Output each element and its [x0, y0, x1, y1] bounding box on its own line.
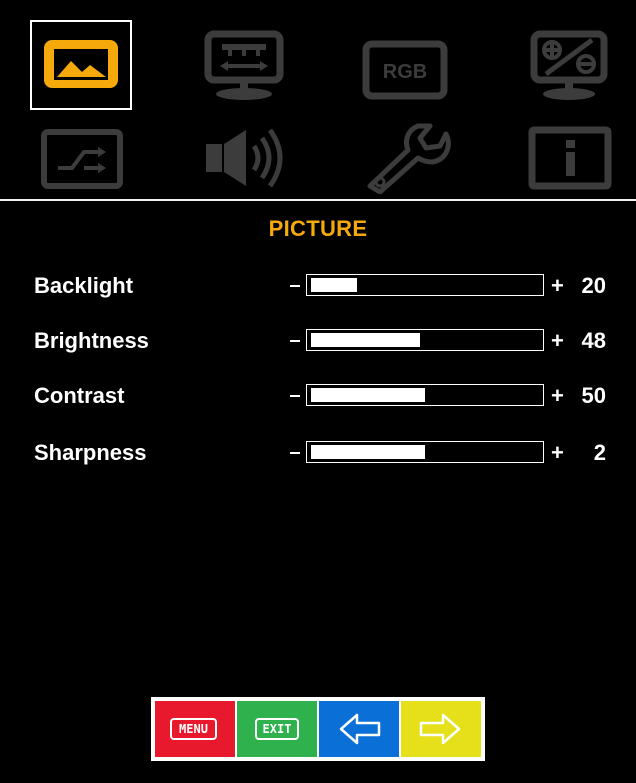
backlight-slider[interactable] — [306, 274, 544, 296]
tab-screen[interactable] — [196, 30, 292, 104]
exit-key-label: EXIT — [255, 718, 299, 740]
tab-info[interactable] — [528, 126, 612, 190]
info-icon — [528, 126, 612, 190]
setting-row-contrast[interactable]: Contrast + 50 — [0, 381, 636, 411]
slider-fill — [311, 445, 425, 459]
color-adjust-icon — [530, 30, 608, 100]
setting-row-sharpness[interactable]: Sharpness + 2 — [0, 438, 636, 468]
slider-fill — [311, 333, 420, 347]
increase-icon[interactable]: + — [551, 383, 564, 409]
picture-icon — [30, 20, 132, 110]
decrease-icon[interactable] — [290, 285, 300, 287]
tab-input[interactable] — [36, 128, 128, 190]
tab-audio[interactable] — [198, 124, 292, 192]
setting-row-backlight[interactable]: Backlight + 20 — [0, 271, 636, 301]
decrease-icon[interactable] — [290, 340, 300, 342]
left-arrow-button[interactable] — [319, 701, 399, 757]
input-source-icon — [41, 129, 123, 189]
menu-key-label: MENU — [170, 718, 217, 740]
contrast-slider[interactable] — [306, 384, 544, 406]
tab-picture[interactable] — [30, 20, 132, 110]
page-title: PICTURE — [268, 216, 368, 241]
setting-row-brightness[interactable]: Brightness + 48 — [0, 326, 636, 356]
remote-key-bar: MENU EXIT — [151, 697, 485, 761]
setting-value: 2 — [593, 440, 606, 465]
wrench-icon — [367, 123, 451, 194]
right-arrow-button[interactable] — [401, 701, 481, 757]
setting-value: 48 — [581, 328, 606, 353]
tab-setup[interactable] — [360, 122, 454, 194]
decrease-icon[interactable] — [290, 395, 300, 397]
brightness-slider[interactable] — [306, 329, 544, 351]
setting-label: Contrast — [34, 383, 125, 408]
setting-label: Sharpness — [34, 440, 147, 465]
setting-value: 20 — [581, 273, 606, 298]
tab-rgb[interactable]: RGB — [360, 40, 450, 100]
setting-value: 50 — [581, 383, 606, 408]
screen-position-icon — [204, 30, 284, 100]
sharpness-slider[interactable] — [306, 441, 544, 463]
speaker-icon — [206, 128, 283, 188]
increase-icon[interactable]: + — [551, 328, 564, 354]
rgb-icon: RGB — [362, 40, 448, 100]
svg-text:RGB: RGB — [383, 61, 427, 83]
right-arrow-icon — [419, 713, 461, 745]
slider-fill — [311, 388, 425, 402]
tab-color-adjust[interactable] — [524, 30, 614, 104]
left-arrow-icon — [339, 713, 381, 745]
slider-fill — [311, 278, 357, 292]
menu-button[interactable]: MENU — [155, 701, 235, 757]
divider — [0, 199, 636, 201]
decrease-icon[interactable] — [290, 452, 300, 454]
increase-icon[interactable]: + — [551, 440, 564, 466]
setting-label: Brightness — [34, 328, 149, 353]
increase-icon[interactable]: + — [551, 273, 564, 299]
exit-button[interactable]: EXIT — [237, 701, 317, 757]
setting-label: Backlight — [34, 273, 134, 298]
menu-tab-bar: RGB — [0, 0, 636, 196]
